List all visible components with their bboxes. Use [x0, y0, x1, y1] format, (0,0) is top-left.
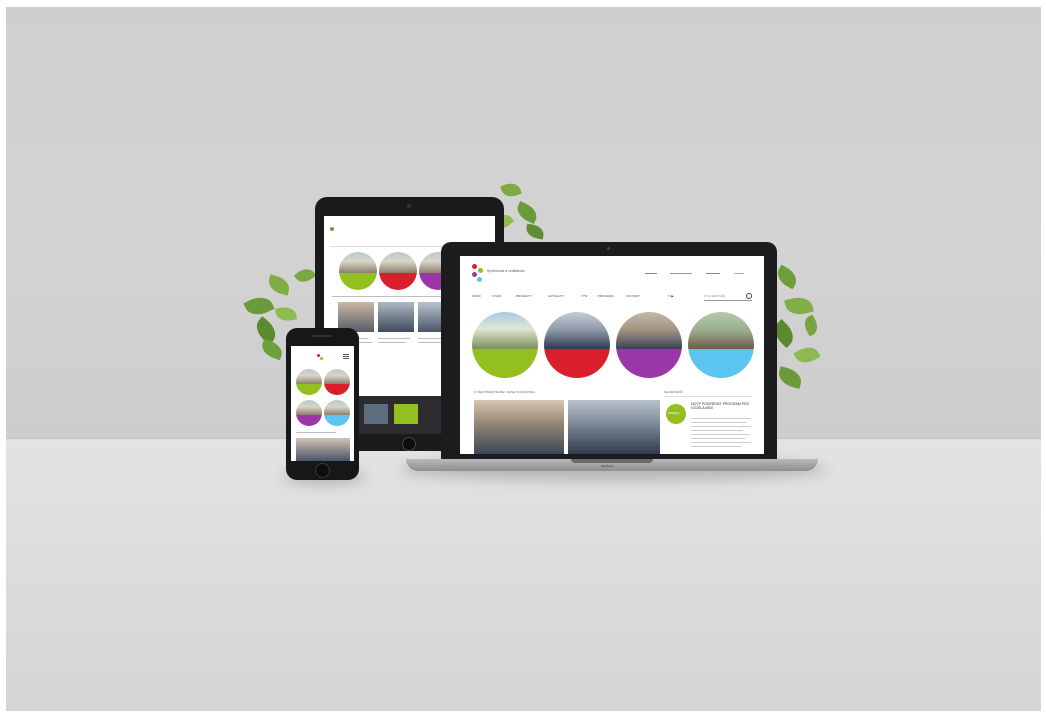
phone-circle-2[interactable]	[324, 369, 350, 395]
nav-item-uvod[interactable]: ÚVOD	[472, 294, 481, 298]
tablet-footer-tile-3[interactable]	[394, 404, 418, 424]
laptop-notch	[571, 459, 653, 463]
nav-item-o-nas[interactable]: O NÁS	[492, 294, 501, 298]
mockup-scene: Společnost a vzdělávání ÚVOD O NÁS PROJE…	[6, 7, 1041, 711]
phone-circle-1[interactable]	[296, 369, 322, 395]
menu-icon[interactable]	[343, 354, 349, 355]
nav-item-projekty[interactable]: PROJEKTY	[516, 294, 532, 298]
nav-item-kontakt[interactable]: KONTAKT	[626, 294, 640, 298]
tablet-photo-2[interactable]	[378, 302, 414, 332]
feature-circle-4[interactable]	[688, 312, 754, 378]
tablet-circle-2[interactable]	[379, 252, 417, 290]
feature-circle-2[interactable]	[544, 312, 610, 378]
news-badge: NOVINKA	[666, 404, 686, 424]
side-heading: NEJNOVĚJŠÍ	[664, 390, 683, 394]
laptop-brand-label: MacBook	[601, 464, 614, 468]
nav-item-tym[interactable]: TÝM	[581, 294, 587, 298]
tablet-home-button[interactable]	[402, 437, 416, 451]
phone-article-photo[interactable]	[296, 438, 350, 461]
tablet-footer-tile-2[interactable]	[364, 404, 388, 424]
article-title[interactable]: NOVÝ PODPŮRNÝ PROGRAM PRO VZDĚLÁVÁNÍ	[691, 402, 753, 410]
tablet-camera	[407, 204, 411, 208]
feature-circle-3[interactable]	[616, 312, 682, 378]
laptop-screen: Společnost a vzdělávání ÚVOD O NÁS PROJE…	[460, 256, 764, 454]
phone-circle-3[interactable]	[296, 400, 322, 426]
tablet-circle-1[interactable]	[339, 252, 377, 290]
nav-item-program[interactable]: PROGRAM	[598, 294, 614, 298]
site-logo-text: Společnost a vzdělávání	[487, 269, 525, 273]
article-photo-1[interactable]	[474, 400, 564, 454]
nav-item-aktuality[interactable]: AKTUALITY	[548, 294, 564, 298]
phone-speaker	[312, 335, 332, 337]
search-icon[interactable]	[746, 293, 752, 299]
feature-circle-1[interactable]	[472, 312, 538, 378]
phone-screen	[291, 346, 354, 461]
news-badge-text: NOVINKA	[668, 412, 680, 415]
phone-home-button[interactable]	[315, 463, 330, 478]
section-heading: O ČEM PŘEMÝŠLÍME / NAŠE STANOVISKA	[474, 390, 535, 394]
phone-circle-4[interactable]	[324, 400, 350, 426]
social-icons[interactable]: f t ▶	[668, 294, 674, 298]
laptop-camera	[607, 247, 610, 250]
search-placeholder: VYHLEDÁVÁNÍ	[704, 294, 726, 298]
search-input[interactable]: VYHLEDÁVÁNÍ	[704, 291, 752, 301]
tablet-logo-icon	[330, 227, 334, 231]
article-photo-2[interactable]	[568, 400, 660, 454]
